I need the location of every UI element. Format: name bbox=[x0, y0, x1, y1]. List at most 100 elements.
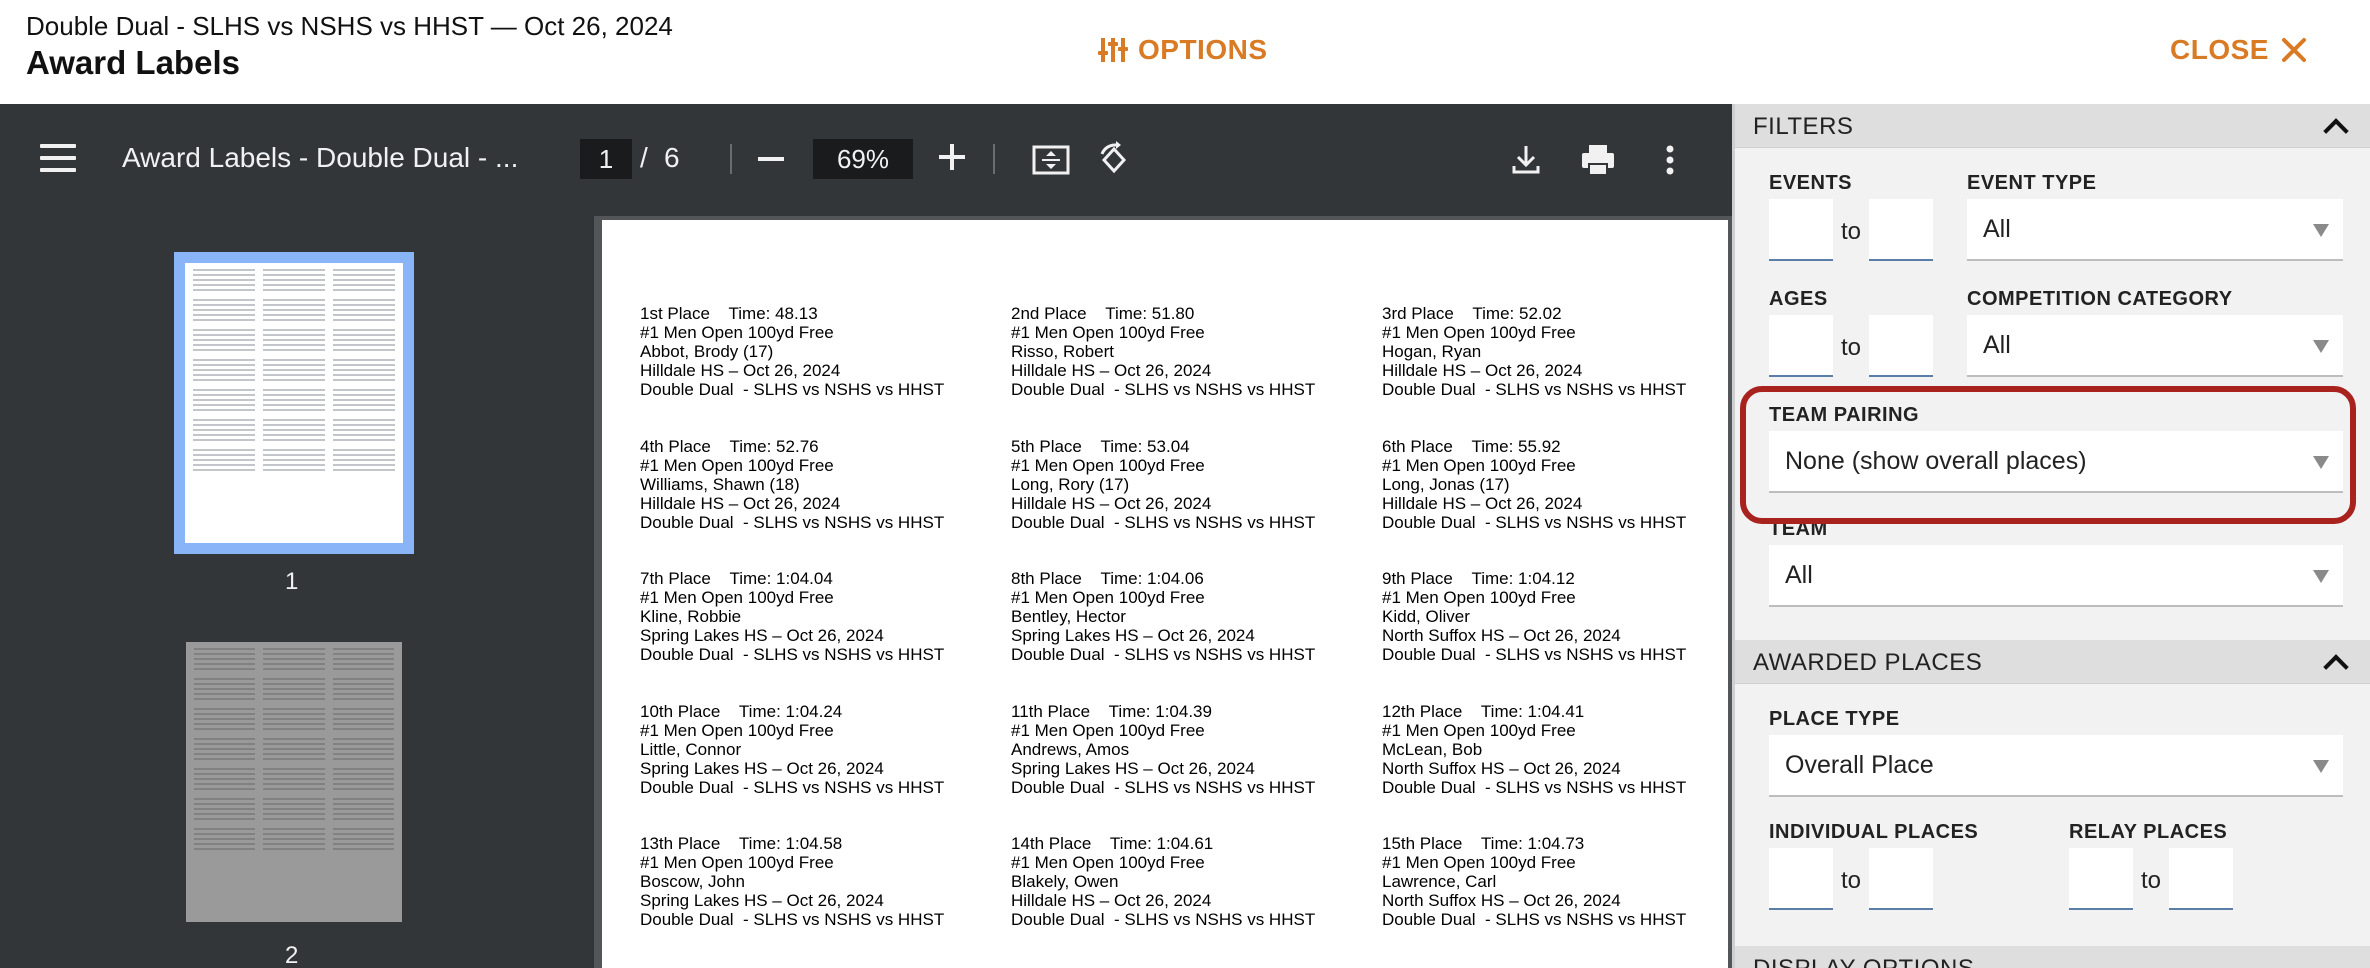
team-pairing-select[interactable]: None (show overall places) bbox=[1769, 431, 2343, 493]
award-label-line: Spring Lakes HS – Oct 26, 2024 bbox=[640, 891, 884, 910]
award-label-line: Boscow, John bbox=[640, 872, 745, 891]
event-type-select[interactable]: All bbox=[1967, 199, 2343, 261]
award-label-line: #1 Men Open 100yd Free bbox=[640, 455, 834, 475]
award-label-line: #1 Men Open 100yd Free bbox=[1011, 323, 1205, 342]
display-options-title: DISPLAY OPTIONS bbox=[1753, 955, 1974, 968]
relay-places-to-input[interactable] bbox=[2169, 848, 2233, 910]
ages-to-input[interactable] bbox=[1869, 315, 1933, 377]
pdf-viewer: Award Labels - Double Dual - ... 1 / 6 6… bbox=[0, 104, 1732, 968]
award-label: 15th Place Time: 1:04.73 #1 Men Open 100y… bbox=[1382, 834, 1753, 967]
award-label-line: 9th Place Time: 1:04.12 bbox=[1382, 569, 1575, 588]
to-label: to bbox=[1841, 867, 1862, 894]
chevron-up-icon bbox=[2323, 654, 2349, 680]
events-from-input[interactable] bbox=[1769, 199, 1833, 261]
award-label-line: 8th Place Time: 1:04.06 bbox=[1011, 569, 1204, 588]
download-icon[interactable] bbox=[1506, 140, 1546, 180]
awarded-places-section-header[interactable]: AWARDED PLACES bbox=[1735, 640, 2370, 684]
thumbnail-page-1[interactable] bbox=[174, 252, 414, 554]
zoom-in-icon[interactable] bbox=[939, 144, 965, 170]
award-label-line: Double Dual - SLHS vs NSHS vs HHST bbox=[640, 777, 945, 797]
award-label-line: Hilldale HS – Oct 26, 2024 bbox=[640, 493, 841, 513]
award-label-line: Kidd, Oliver bbox=[1382, 607, 1470, 626]
award-label-line: Double Dual - SLHS vs NSHS vs HHST bbox=[1011, 645, 1316, 664]
award-label-line: 12th Place Time: 1:04.41 bbox=[1382, 701, 1585, 721]
award-label-line: #1 Men Open 100yd Free bbox=[640, 853, 834, 872]
award-label-line: 14th Place Time: 1:04.61 bbox=[1011, 834, 1214, 853]
award-labels-grid: 1st Place Time: 48.13 #1 Men Open 100yd F… bbox=[640, 304, 1753, 967]
award-label-line: Hilldale HS – Oct 26, 2024 bbox=[1011, 891, 1212, 910]
award-label-line: 1st Place Time: 48.13 bbox=[640, 304, 818, 323]
award-label: 1st Place Time: 48.13 #1 Men Open 100yd F… bbox=[640, 304, 1011, 437]
team-select[interactable]: All bbox=[1769, 545, 2343, 607]
zoom-out-icon[interactable] bbox=[758, 157, 784, 161]
award-label: 11th Place Time: 1:04.39 #1 Men Open 100y… bbox=[1011, 702, 1382, 835]
place-type-label: PLACE TYPE bbox=[1769, 708, 1900, 730]
award-label-line: Double Dual - SLHS vs NSHS vs HHST bbox=[1382, 512, 1687, 532]
page-number-input[interactable]: 1 bbox=[580, 139, 632, 179]
chevron-up-icon bbox=[2323, 118, 2349, 144]
award-label-line: Spring Lakes HS – Oct 26, 2024 bbox=[1011, 626, 1255, 645]
award-label-line: 15th Place Time: 1:04.73 bbox=[1382, 834, 1585, 853]
more-options-icon[interactable] bbox=[1650, 140, 1690, 180]
award-label-line: #1 Men Open 100yd Free bbox=[1011, 853, 1205, 872]
competition-category-value: All bbox=[1983, 331, 2011, 359]
award-label-line: 11th Place Time: 1:04.39 bbox=[1011, 701, 1212, 721]
display-options-section-header[interactable]: DISPLAY OPTIONS bbox=[1735, 946, 2370, 968]
award-label: 9th Place Time: 1:04.12 #1 Men Open 100yd… bbox=[1382, 569, 1753, 702]
ages-from-input[interactable] bbox=[1769, 315, 1833, 377]
menu-icon[interactable] bbox=[40, 144, 76, 174]
award-label-line: #1 Men Open 100yd Free bbox=[1382, 323, 1576, 342]
award-label: 7th Place Time: 1:04.04 #1 Men Open 100yd… bbox=[640, 569, 1011, 702]
award-label-line: #1 Men Open 100yd Free bbox=[640, 720, 834, 740]
award-label-line: Double Dual - SLHS vs NSHS vs HHST bbox=[1011, 380, 1316, 399]
thumbnail-page-2[interactable] bbox=[186, 642, 402, 922]
options-label: OPTIONS bbox=[1138, 34, 1268, 65]
award-label-line: Williams, Shawn (18) bbox=[640, 474, 800, 494]
individual-places-label: INDIVIDUAL PLACES bbox=[1769, 821, 1979, 843]
award-label-line: Risso, Robert bbox=[1011, 342, 1114, 361]
relay-places-from-input[interactable] bbox=[2069, 848, 2133, 910]
fit-page-icon[interactable] bbox=[1031, 140, 1071, 180]
award-label-line: McLean, Bob bbox=[1382, 739, 1483, 759]
award-label-line: North Suffox HS – Oct 26, 2024 bbox=[1382, 626, 1621, 645]
to-label: to bbox=[1841, 334, 1862, 361]
award-label-line: #1 Men Open 100yd Free bbox=[1011, 455, 1205, 475]
event-type-label: EVENT TYPE bbox=[1967, 172, 2097, 194]
individual-places-from-input[interactable] bbox=[1769, 848, 1833, 910]
award-label: 4th Place Time: 52.76 #1 Men Open 100yd F… bbox=[640, 437, 1011, 570]
to-label: to bbox=[1841, 218, 1862, 245]
award-label-line: 10th Place Time: 1:04.24 bbox=[640, 701, 843, 721]
competition-category-select[interactable]: All bbox=[1967, 315, 2343, 377]
awarded-places-title: AWARDED PLACES bbox=[1753, 649, 1983, 676]
team-pairing-label: TEAM PAIRING bbox=[1769, 404, 1920, 426]
award-label-line: #1 Men Open 100yd Free bbox=[640, 588, 834, 607]
award-label-line: Hilldale HS – Oct 26, 2024 bbox=[1011, 493, 1212, 513]
place-type-value: Overall Place bbox=[1785, 751, 1934, 779]
close-button[interactable]: CLOSE bbox=[2170, 28, 2307, 72]
toolbar-divider bbox=[993, 144, 995, 174]
place-type-select[interactable]: Overall Place bbox=[1769, 735, 2343, 797]
pdf-page: 1st Place Time: 48.13 #1 Men Open 100yd F… bbox=[602, 220, 1728, 968]
print-icon[interactable] bbox=[1578, 140, 1618, 180]
events-to-input[interactable] bbox=[1869, 199, 1933, 261]
award-label-line: #1 Men Open 100yd Free bbox=[1382, 455, 1576, 475]
thumbnail-label: 2 bbox=[285, 942, 299, 968]
filters-section-header[interactable]: FILTERS bbox=[1735, 104, 2370, 148]
close-icon bbox=[2281, 38, 2306, 62]
close-label: CLOSE bbox=[2170, 34, 2269, 65]
dropdown-arrow-icon bbox=[2313, 456, 2329, 469]
award-label-line: Lawrence, Carl bbox=[1382, 872, 1497, 891]
award-label-line: Double Dual - SLHS vs NSHS vs HHST bbox=[1011, 512, 1316, 532]
rotate-icon[interactable] bbox=[1094, 140, 1134, 180]
document-title: Award Labels - Double Dual - ... bbox=[122, 142, 519, 173]
options-button[interactable]: OPTIONS bbox=[1098, 28, 1268, 72]
total-pages: 6 bbox=[664, 142, 680, 173]
team-value: All bbox=[1785, 561, 1813, 589]
award-label-line: 13th Place Time: 1:04.58 bbox=[640, 834, 843, 853]
individual-places-to-input[interactable] bbox=[1869, 848, 1933, 910]
page-title: Award Labels bbox=[26, 44, 240, 81]
zoom-input[interactable]: 69% bbox=[813, 139, 913, 179]
award-label-line: 5th Place Time: 53.04 bbox=[1011, 436, 1190, 456]
award-label-line: Abbot, Brody (17) bbox=[640, 342, 774, 361]
page-separator: / bbox=[640, 142, 648, 173]
